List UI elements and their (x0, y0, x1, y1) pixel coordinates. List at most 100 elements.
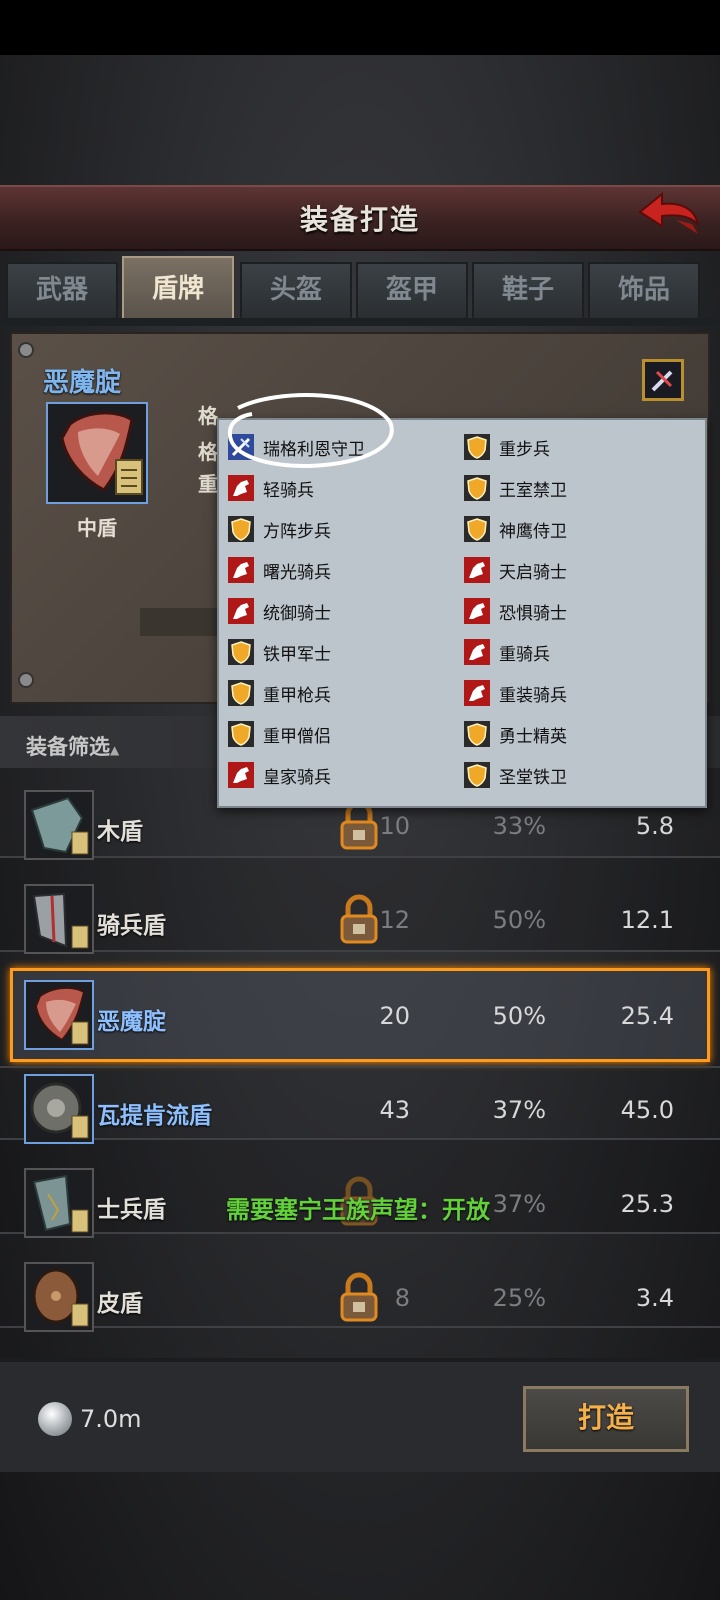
tab-armor[interactable]: 盔甲 (356, 262, 468, 320)
item-thumbnail (24, 980, 94, 1050)
troop-label: 曙光骑兵 (263, 562, 331, 583)
item-level: 10 (379, 812, 410, 840)
item-percent: 37% (492, 1096, 546, 1124)
item-name: 皮盾 (97, 1291, 143, 1317)
item-portrait (46, 402, 148, 504)
leather-shield-icon (32, 1268, 89, 1327)
horse-icon (228, 557, 254, 583)
troop-option[interactable]: 重甲僧侣 (227, 717, 331, 751)
item-thumbnail (24, 1074, 94, 1144)
item-percent: 25% (492, 1284, 546, 1312)
item-name: 恶魔腚 (97, 1009, 166, 1035)
troop-option[interactable]: 重甲枪兵 (227, 676, 331, 710)
item-type: 中盾 (77, 516, 117, 540)
troop-option[interactable]: 恐惧骑士 (463, 594, 567, 628)
shield-icon (228, 639, 254, 665)
troop-label: 方阵步兵 (263, 521, 331, 542)
troop-label: 重甲枪兵 (263, 685, 331, 706)
troop-option[interactable]: 天启骑士 (463, 553, 567, 587)
horse-icon (464, 639, 490, 665)
divider (0, 950, 720, 952)
tab-shield[interactable]: 盾牌 (122, 256, 234, 320)
troop-label: 轻骑兵 (263, 480, 314, 501)
shield-icon (464, 434, 490, 460)
cavalry-shield-icon (32, 892, 89, 949)
item-name: 骑兵盾 (97, 913, 166, 939)
troop-option[interactable]: 勇士精英 (463, 717, 567, 751)
divider (0, 1326, 720, 1328)
item-percent: 50% (492, 906, 546, 934)
demon-shield-icon (60, 411, 143, 495)
troop-option[interactable]: 铁甲军士 (227, 635, 331, 669)
tab-divider (0, 318, 720, 326)
shield-icon (228, 721, 254, 747)
item-name: 瓦提肯流盾 (97, 1103, 212, 1129)
annotation-circle (227, 393, 394, 468)
troop-label: 勇士精英 (499, 726, 567, 747)
wooden-shield-icon (30, 796, 89, 855)
item-level: 12 (379, 906, 410, 934)
divider (0, 1066, 720, 1068)
tab-boots[interactable]: 鞋子 (472, 262, 584, 320)
troop-option[interactable]: 重步兵 (463, 430, 550, 464)
shield-icon (228, 680, 254, 706)
forge-button[interactable]: 打造 (523, 1386, 689, 1452)
item-thumbnail (24, 1168, 94, 1238)
filter-label[interactable]: 装备筛选▲ (26, 731, 119, 761)
troop-option[interactable]: 圣堂铁卫 (463, 758, 567, 792)
troop-label: 重装骑兵 (499, 685, 567, 706)
shield-icon (464, 475, 490, 501)
troop-option[interactable]: 王室禁卫 (463, 471, 567, 505)
troop-option[interactable]: 统御骑士 (227, 594, 331, 628)
item-name: 士兵盾 (97, 1197, 166, 1223)
horse-icon (228, 598, 254, 624)
troop-label: 重骑兵 (499, 644, 550, 665)
troop-label: 天启骑士 (499, 562, 567, 583)
item-level: 43 (379, 1096, 410, 1124)
item-value: 25.4 (620, 1002, 674, 1030)
demon-shield-icon (34, 986, 89, 1045)
horse-icon (464, 680, 490, 706)
horse-icon (464, 598, 490, 624)
shield-icon (464, 516, 490, 542)
tab-weapon[interactable]: 武器 (6, 262, 118, 320)
horse-icon (464, 557, 490, 583)
page-title: 装备打造 (299, 203, 420, 236)
troop-option[interactable]: 重骑兵 (463, 635, 550, 669)
troop-filter-button[interactable] (642, 359, 684, 401)
troop-option[interactable]: 轻骑兵 (227, 471, 314, 505)
tab-accessory[interactable]: 饰品 (588, 262, 700, 320)
horse-icon (228, 762, 254, 788)
shield-icon (464, 762, 490, 788)
silver-coin-icon (38, 1402, 72, 1436)
troop-option[interactable]: 神鹰侍卫 (463, 512, 567, 546)
troop-option[interactable]: 曙光骑兵 (227, 553, 331, 587)
troop-label: 重步兵 (499, 439, 550, 460)
item-value: 25.3 (620, 1190, 674, 1218)
shield-icon (228, 516, 254, 542)
item-level: 20 (379, 1002, 410, 1030)
tab-helmet[interactable]: 头盔 (240, 262, 352, 320)
troop-label: 统御骑士 (263, 603, 331, 624)
item-percent: 33% (492, 812, 546, 840)
rivet-icon (18, 342, 34, 358)
silver-amount: 7.0m (80, 1405, 142, 1433)
troop-label: 圣堂铁卫 (499, 767, 567, 788)
troop-option[interactable]: 重装骑兵 (463, 676, 567, 710)
back-arrow-icon[interactable] (636, 190, 702, 240)
rivet-icon (18, 672, 34, 688)
troop-option[interactable]: 方阵步兵 (227, 512, 331, 546)
item-thumbnail (24, 790, 94, 860)
item-value: 12.1 (620, 906, 674, 934)
item-percent: 50% (492, 1002, 546, 1030)
stat-label-partial: 格 (198, 440, 218, 464)
troop-option[interactable]: 皇家骑兵 (227, 758, 331, 792)
item-value: 3.4 (635, 1284, 674, 1312)
item-thumbnail (24, 1262, 94, 1332)
troop-label: 重甲僧侣 (263, 726, 331, 747)
item-level: 8 (394, 1284, 410, 1312)
divider (0, 1232, 720, 1234)
item-thumbnail (24, 884, 94, 954)
stat-label-partial: 格 (198, 404, 218, 428)
troop-label: 铁甲军士 (263, 644, 331, 665)
